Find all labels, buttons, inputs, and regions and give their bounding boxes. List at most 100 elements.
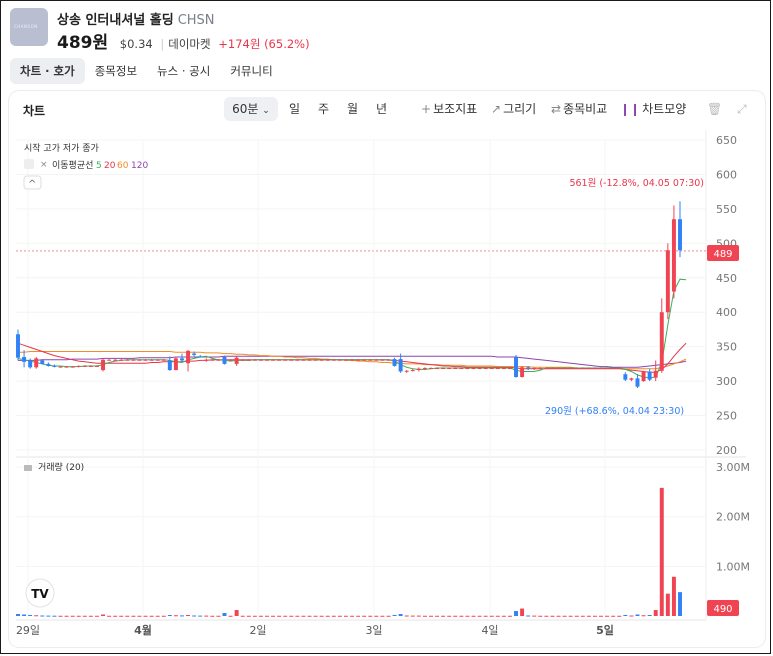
grid-lines xyxy=(16,130,746,621)
volume-bar xyxy=(222,613,227,616)
volume-bar xyxy=(520,608,525,616)
volume-bar xyxy=(258,615,263,617)
volume-bar xyxy=(514,611,518,616)
candle-body xyxy=(234,357,239,364)
candle-body xyxy=(319,359,324,361)
candle-body xyxy=(489,368,494,370)
volume-bar xyxy=(58,615,63,617)
volume-bar xyxy=(76,615,81,617)
candle-body xyxy=(222,357,227,364)
volume-bar xyxy=(119,615,124,617)
candle-body xyxy=(580,368,585,370)
volume-bar xyxy=(228,615,233,617)
candle-body xyxy=(568,368,573,370)
volume-bar xyxy=(665,593,670,616)
price-tick-label: 450 xyxy=(716,272,737,285)
candle-body xyxy=(22,357,27,362)
candle-body xyxy=(550,368,555,370)
volume-bar xyxy=(641,615,646,617)
candle-body xyxy=(362,359,367,361)
volume-bar xyxy=(70,615,75,617)
candle-body xyxy=(210,359,215,361)
ohlc-legend: 시작 고가 저가 종가 xyxy=(24,143,99,154)
volume-bar xyxy=(416,615,421,617)
volume-legend: 거래량 (20) xyxy=(38,461,84,473)
volume-bar xyxy=(441,615,446,617)
candle-body xyxy=(307,359,312,361)
collapse-legend-button[interactable]: ^ xyxy=(23,175,42,190)
candle-body xyxy=(149,359,154,361)
volume-bar xyxy=(143,615,148,617)
candle-body xyxy=(441,368,446,370)
candle-body xyxy=(16,334,20,358)
candle-body xyxy=(82,365,87,367)
chevron-up-icon: ^ xyxy=(28,179,36,190)
volume-bar xyxy=(544,615,549,617)
candle-body xyxy=(465,368,470,370)
volume-bar xyxy=(192,615,197,617)
volume-bar xyxy=(173,615,178,617)
volume-bar xyxy=(289,615,294,617)
candle-body xyxy=(501,368,506,370)
price-tag-value: 489 xyxy=(713,249,732,260)
volume-bar xyxy=(635,614,640,616)
candle-body xyxy=(101,359,106,371)
ma60-label: 60 xyxy=(117,161,129,171)
volume-bar xyxy=(149,615,154,617)
volume-bar xyxy=(350,615,355,617)
candle-body xyxy=(507,368,512,370)
candle-body xyxy=(416,368,421,371)
candle-body xyxy=(167,360,172,371)
candle-body xyxy=(404,370,409,372)
volume-bar xyxy=(605,615,610,617)
candle-body xyxy=(88,365,93,367)
candle-body xyxy=(398,359,403,372)
volume-bar xyxy=(459,615,464,617)
volume-bar xyxy=(186,615,191,617)
volume-bar xyxy=(64,615,69,617)
volume-bar xyxy=(271,615,276,617)
candle-body xyxy=(617,368,622,370)
volume-bar xyxy=(40,615,45,617)
volume-bar xyxy=(678,592,682,616)
volume-bar xyxy=(429,615,433,617)
volume-bar xyxy=(483,615,488,617)
chart-canvas: 6506005505004504003503002502003.00M2.00M… xyxy=(16,130,750,637)
price-tick-label: 550 xyxy=(716,203,737,216)
candle-body xyxy=(325,359,330,361)
candle-body xyxy=(520,367,525,377)
volume-bar xyxy=(453,615,458,617)
volume-bar xyxy=(532,615,537,617)
volume-bar xyxy=(101,614,106,616)
volume-bar xyxy=(380,615,385,617)
candle-body xyxy=(538,368,543,370)
volume-bar xyxy=(356,615,361,617)
volume-bar xyxy=(501,615,506,617)
volume-bar xyxy=(599,615,604,617)
volume-bar xyxy=(447,615,452,617)
tradingview-logo[interactable]: TV xyxy=(25,578,55,608)
volume-bar xyxy=(319,615,324,617)
volume-bar xyxy=(489,615,494,617)
volume-tick-label: 1.00M xyxy=(716,560,750,573)
moving-average-lines xyxy=(17,278,687,379)
candle-body xyxy=(447,368,452,370)
candle-body xyxy=(192,353,197,355)
candle-body xyxy=(216,359,221,361)
candle-body xyxy=(46,363,51,366)
candle-body xyxy=(204,359,209,361)
candle-body xyxy=(659,312,664,371)
time-tick-label: 29일 xyxy=(16,623,40,637)
volume-bar xyxy=(435,615,440,617)
volume-bar xyxy=(155,615,160,617)
volume-bar xyxy=(623,615,628,617)
axes: 6506005505004504003503002502003.00M2.00M… xyxy=(16,134,750,637)
volume-bar xyxy=(277,615,282,617)
candle-body xyxy=(544,368,549,370)
volume-bar xyxy=(477,615,482,617)
volume-bar xyxy=(659,487,664,616)
eye-icon[interactable] xyxy=(24,159,34,169)
volume-bar xyxy=(283,615,288,617)
close-icon[interactable]: × xyxy=(40,160,48,170)
volume-bar xyxy=(392,615,397,617)
